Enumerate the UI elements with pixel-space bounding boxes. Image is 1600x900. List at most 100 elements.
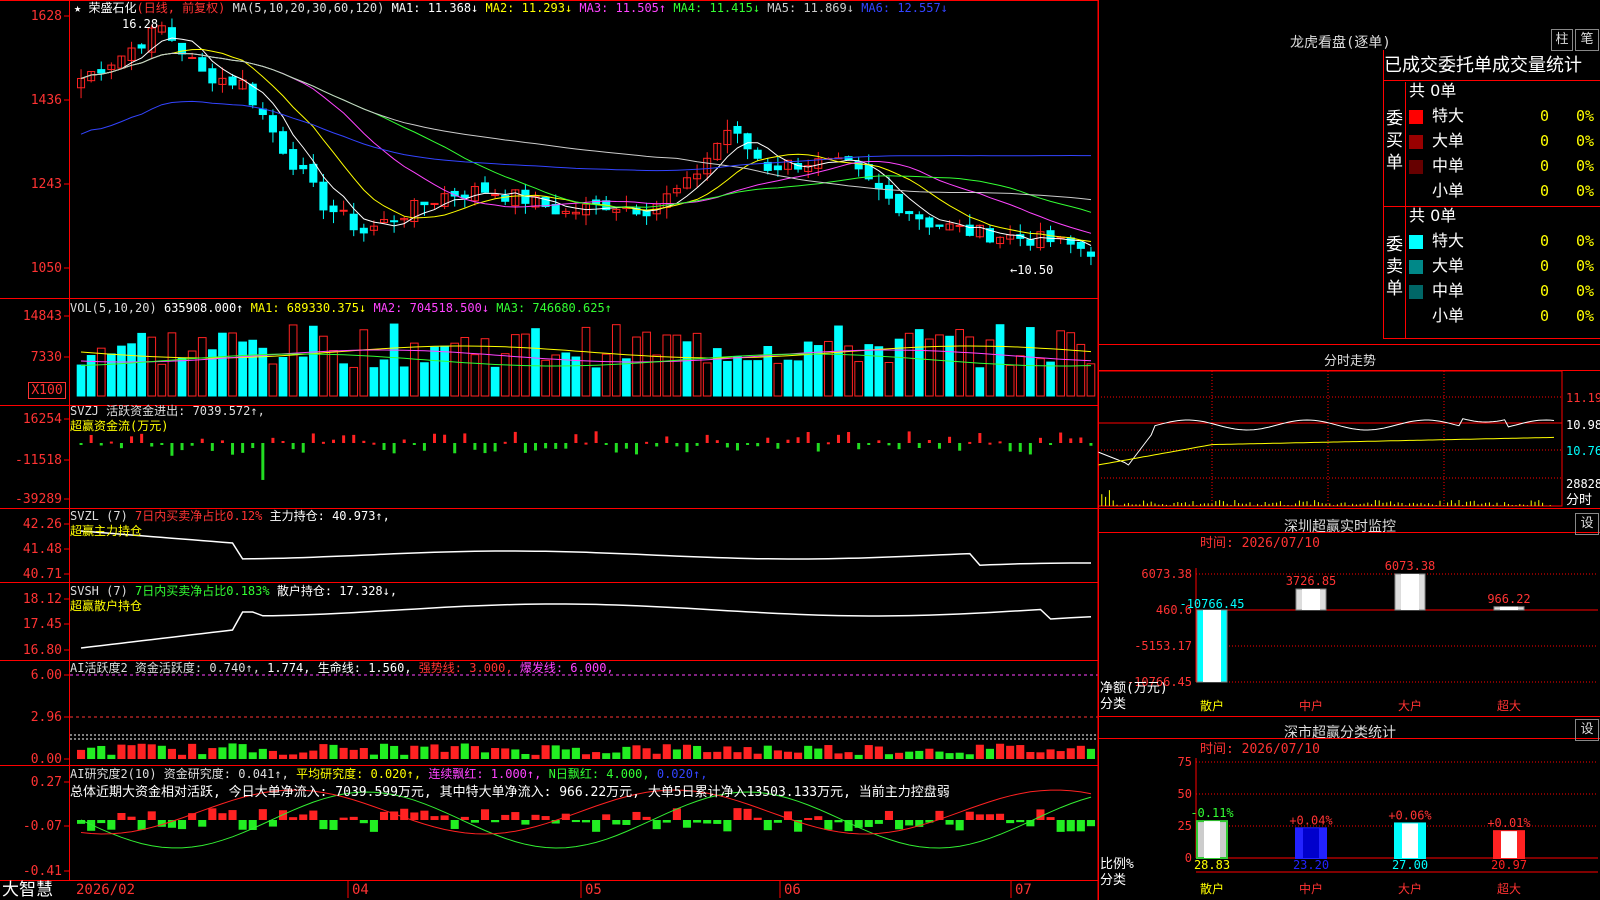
ai2-ytick: 0.27	[30, 775, 62, 790]
row-color-swatch	[1409, 135, 1423, 149]
activity-bar	[359, 748, 368, 759]
classify-settings-button[interactable]: 设	[1575, 719, 1599, 741]
svzl-title-c: 主力持仓: 40.973↑,	[269, 509, 390, 523]
fund-flow-bar	[291, 443, 295, 450]
volume-bar	[76, 364, 86, 397]
research-bar	[410, 812, 419, 820]
row-pct: 0%	[1576, 257, 1595, 275]
ma-title: MA(5,10,20,30,60,120)	[232, 1, 385, 15]
vol-header: VOL(5,10,20) 635908.000↑ MA1: 689330.375…	[70, 301, 612, 315]
research-bar	[117, 813, 126, 820]
fund-flow-bar	[786, 439, 790, 443]
activity-bar	[258, 748, 267, 759]
research-bar	[319, 820, 328, 830]
volume-bar	[733, 356, 742, 397]
monitor-settings-button[interactable]: 设	[1575, 513, 1599, 535]
candle-body	[289, 149, 298, 170]
research-bar	[309, 810, 318, 820]
main-chart-canvas[interactable]: 6073.38460.6-5153.17-10766.45-10766.45散户…	[0, 0, 1600, 900]
volume-bar	[864, 344, 874, 397]
stock-name[interactable]: 荣盛石化	[88, 1, 136, 15]
monitor-category: 中户	[1299, 698, 1323, 713]
fund-flow-bar	[675, 443, 679, 447]
research-bar	[622, 820, 631, 825]
volume-bar	[783, 359, 793, 397]
row-name: 特大	[1432, 231, 1465, 250]
svsh-ytick: 16.80	[22, 643, 62, 658]
activity-bar	[723, 746, 732, 759]
svzj-ytick: -39289	[15, 492, 62, 507]
activity-bar	[703, 752, 712, 759]
volume-bar	[995, 324, 1005, 397]
activity-bar	[794, 752, 803, 759]
volume-bar	[622, 358, 631, 397]
activity-bar	[824, 745, 833, 759]
activity-bar	[1076, 745, 1085, 759]
activity-bar	[612, 752, 621, 759]
classify-value-label: 28.83	[1194, 858, 1230, 872]
classify-time: 时间: 2026/07/10	[1200, 742, 1320, 757]
research-bar	[945, 820, 954, 825]
volume-bar	[601, 353, 611, 397]
volume-bar	[127, 343, 136, 397]
fenshi-vol-label: 28828	[1566, 477, 1600, 491]
row-name: 大单	[1432, 256, 1465, 275]
fund-flow-bar	[89, 434, 93, 443]
sell-side-label: 委卖单	[1386, 235, 1403, 299]
activity-bar	[571, 747, 580, 759]
fund-flow-bar	[725, 443, 729, 448]
ma-legend-item: MA1: 11.368↓	[391, 1, 479, 15]
research-bar	[198, 820, 207, 827]
fenshi-ylabel: 11.19	[1566, 391, 1600, 405]
volume-bar	[571, 356, 581, 397]
activity-bar	[97, 745, 106, 759]
kline-ytick: 1436	[30, 93, 62, 108]
tick-mode-button[interactable]: 笔	[1575, 29, 1599, 51]
volume-bar	[914, 329, 924, 397]
ma-line	[80, 100, 1091, 172]
fund-flow-bar	[271, 437, 275, 443]
row-pct: 0%	[1576, 157, 1595, 175]
activity-bar	[602, 753, 611, 759]
svsh-header: SVSH (7) 7日内买卖净占比0.183% 散户持仓: 17.328↓,	[70, 584, 397, 598]
fund-flow-bar	[180, 443, 184, 451]
activity-bar	[460, 743, 469, 759]
fund-flow-bar	[978, 433, 982, 443]
ai1-ytick: 0.00	[30, 752, 62, 767]
row-name: 大单	[1432, 131, 1465, 150]
candle-body	[491, 194, 500, 197]
vol-items: MA1: 689330.375↓ MA2: 704518.500↓ MA3: 7…	[251, 301, 612, 315]
research-bar	[208, 808, 217, 820]
bar-mode-button[interactable]: 柱	[1551, 29, 1573, 51]
fund-flow-bar	[392, 443, 396, 454]
activity-bar	[814, 748, 823, 759]
research-bar	[773, 820, 782, 823]
volume-bar	[329, 350, 338, 397]
activity-bar	[329, 744, 338, 759]
svzl-title-a: SVZL (7)	[70, 509, 128, 523]
ai1-header: AI活跃度2 资金活跃度: 0.740↑, 1.774, 生命线: 1.560,…	[70, 661, 614, 675]
research-bar	[804, 817, 813, 820]
classify-bar-highlight	[1204, 821, 1220, 858]
candle-body	[97, 69, 106, 74]
monitor-ylabel: 净额(万元)	[1100, 681, 1168, 696]
fund-flow-bar	[624, 443, 628, 449]
candle-body	[309, 163, 318, 183]
research-bar	[258, 809, 267, 820]
x-label: 07	[1015, 882, 1032, 898]
volume-bar	[339, 363, 348, 397]
fenshi-avg-line	[1097, 436, 1555, 466]
fund-flow-bar	[109, 441, 113, 444]
kline-ytick: 1050	[30, 261, 62, 276]
volume-bar	[1036, 358, 1045, 397]
vol-unit-button[interactable]: X100	[28, 382, 66, 399]
row-color-swatch	[1409, 235, 1423, 249]
svzl-ytick: 41.48	[22, 542, 62, 557]
monitor-category: 超大	[1497, 698, 1521, 713]
research-bar	[965, 811, 974, 820]
candle-body	[208, 68, 217, 84]
monitor-bar-highlight	[1401, 574, 1419, 610]
volume-bar	[197, 337, 207, 397]
classify-value-label: 20.97	[1491, 858, 1527, 872]
volume-bar	[218, 332, 227, 397]
